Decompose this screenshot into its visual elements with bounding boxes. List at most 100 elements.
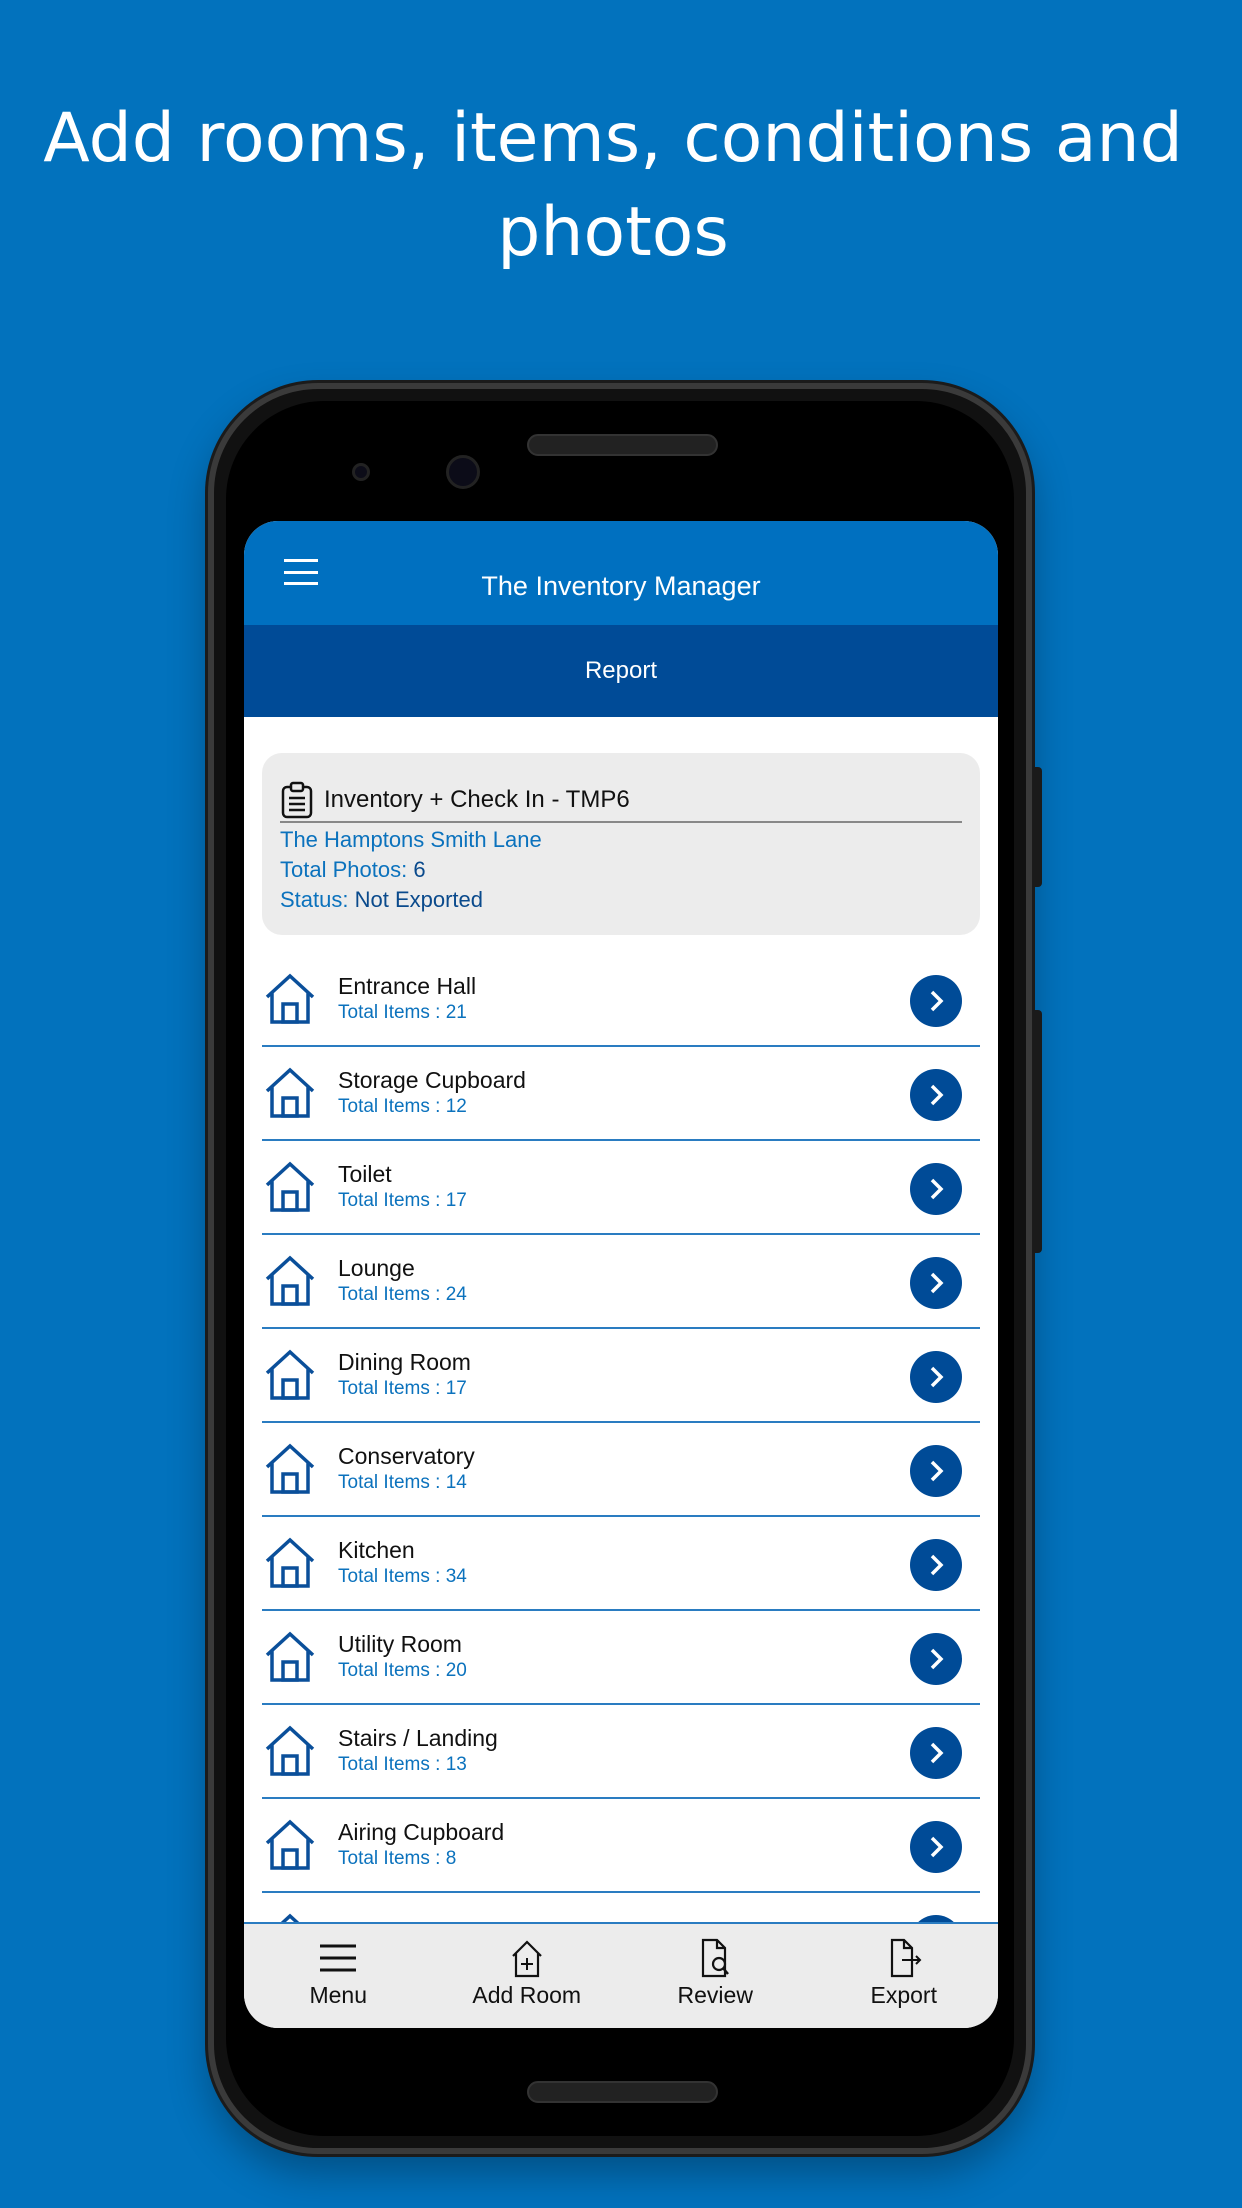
house-icon [265,1349,315,1400]
nav-review-label: Review [677,1982,753,2008]
room-row[interactable]: Kitchen Total Items : 34 [262,1517,980,1611]
room-row[interactable]: Airing Cupboard Total Items : 8 [262,1799,980,1893]
room-item-count: Total Items : 17 [338,1378,467,1399]
room-name: Storage Cupboard [338,1067,526,1093]
export-icon [890,1938,922,1978]
room-text: Conservatory Total Items : 14 [338,1442,475,1496]
chevron-right-icon [930,1366,944,1388]
status-label: Status: [280,887,349,912]
open-room-button[interactable] [910,1633,962,1685]
room-row[interactable]: Stairs / Landing Total Items : 13 [262,1705,980,1799]
room-row[interactable]: Toilet Total Items : 17 [262,1141,980,1235]
room-row[interactable]: Storage Cupboard Total Items : 12 [262,1047,980,1141]
phone-sensor [352,463,370,481]
chevron-right-icon [930,1460,944,1482]
house-icon [265,1255,315,1306]
room-row[interactable]: Conservatory Total Items : 14 [262,1423,980,1517]
app-screen: The Inventory Manager Report Inventory +… [244,521,998,2028]
phone-top-speaker [527,434,718,456]
room-row[interactable]: Entrance Hall Total Items : 21 [262,953,980,1047]
chevron-right-icon [930,1648,944,1670]
headline-line-2: photos [497,193,729,272]
report-summary-card[interactable]: Inventory + Check In - TMP6 The Hamptons… [262,753,980,935]
headline: Add rooms, items, conditions and photos [0,92,1226,280]
house-icon [265,1443,315,1494]
clipboard-icon [281,781,313,819]
review-icon [702,1938,730,1978]
nav-export[interactable]: Export [810,1924,999,2028]
phone-power-button [1033,767,1042,887]
app-bar: The Inventory Manager [244,521,998,625]
nav-add-room-label: Add Room [472,1982,582,2008]
open-room-button[interactable] [910,975,962,1027]
menu-icon [320,1944,357,1972]
report-photos: Total Photos: 6 [280,855,962,885]
open-room-button[interactable] [910,1257,962,1309]
room-text: Utility Room Total Items : 20 [338,1630,467,1684]
report-title: Inventory + Check In - TMP6 [324,786,630,813]
status-value: Not Exported [354,887,484,912]
photos-label: Total Photos: [280,857,408,882]
room-text: Storage Cupboard Total Items : 12 [338,1066,526,1120]
room-name: Dining Room [338,1349,471,1375]
room-row[interactable]: Lounge Total Items : 24 [262,1235,980,1329]
room-item-count: Total Items : 34 [338,1566,467,1587]
room-name: Utility Room [338,1631,462,1657]
bottom-nav: Menu Add Room Review Export [244,1922,998,2028]
room-name: Conservatory [338,1443,475,1469]
room-text: Toilet Total Items : 17 [338,1160,467,1214]
chevron-right-icon [930,1742,944,1764]
house-icon [265,1067,315,1118]
room-text: Airing Cupboard Total Items : 8 [338,1818,504,1872]
nav-review[interactable]: Review [621,1924,810,2028]
room-text: Entrance Hall Total Items : 21 [338,972,476,1026]
chevron-right-icon [930,1554,944,1576]
room-name: Stairs / Landing [338,1725,498,1751]
chevron-right-icon [930,1272,944,1294]
room-name: Airing Cupboard [338,1819,505,1845]
chevron-right-icon [930,1178,944,1200]
section-title: Report [244,625,998,717]
headline-line-1: Add rooms, items, conditions and [43,99,1183,178]
house-icon [265,1537,315,1588]
nav-add-room[interactable]: Add Room [433,1924,622,2028]
open-room-button[interactable] [910,1539,962,1591]
house-icon [265,1819,315,1870]
house-icon [265,1161,315,1212]
room-item-count: Total Items : 21 [338,1002,467,1023]
open-room-button[interactable] [910,1351,962,1403]
add-room-icon [511,1940,542,1978]
nav-menu[interactable]: Menu [244,1924,433,2028]
chevron-right-icon [930,990,944,1012]
open-room-button[interactable] [910,1069,962,1121]
house-icon [265,1725,315,1776]
room-text: Lounge Total Items : 24 [338,1254,467,1308]
nav-menu-label: Menu [309,1982,368,2008]
open-room-button[interactable] [910,1163,962,1215]
house-icon [265,973,315,1024]
house-icon [265,1631,315,1682]
open-room-button[interactable] [910,1445,962,1497]
room-text: Stairs / Landing Total Items : 13 [338,1724,498,1778]
open-room-button[interactable] [910,1727,962,1779]
room-row[interactable]: Dining Room Total Items : 17 [262,1329,980,1423]
open-room-button[interactable] [910,1821,962,1873]
room-text: Kitchen Total Items : 34 [338,1536,467,1590]
room-item-count: Total Items : 14 [338,1472,467,1493]
report-status: Status: Not Exported [280,885,962,915]
room-item-count: Total Items : 17 [338,1190,467,1211]
room-row[interactable]: Utility Room Total Items : 20 [262,1611,980,1705]
room-item-count: Total Items : 24 [338,1284,467,1305]
room-text: Dining Room Total Items : 17 [338,1348,471,1402]
chevron-right-icon [930,1836,944,1858]
room-name: Toilet [338,1161,392,1187]
room-name: Kitchen [338,1537,415,1563]
report-address: The Hamptons Smith Lane [280,827,542,852]
photos-value: 6 [413,857,426,882]
phone-camera [446,455,480,489]
room-item-count: Total Items : 20 [338,1660,467,1681]
room-name: Entrance Hall [338,973,477,999]
room-name: Lounge [338,1255,415,1281]
nav-export-label: Export [870,1982,937,2008]
chevron-right-icon [930,1084,944,1106]
